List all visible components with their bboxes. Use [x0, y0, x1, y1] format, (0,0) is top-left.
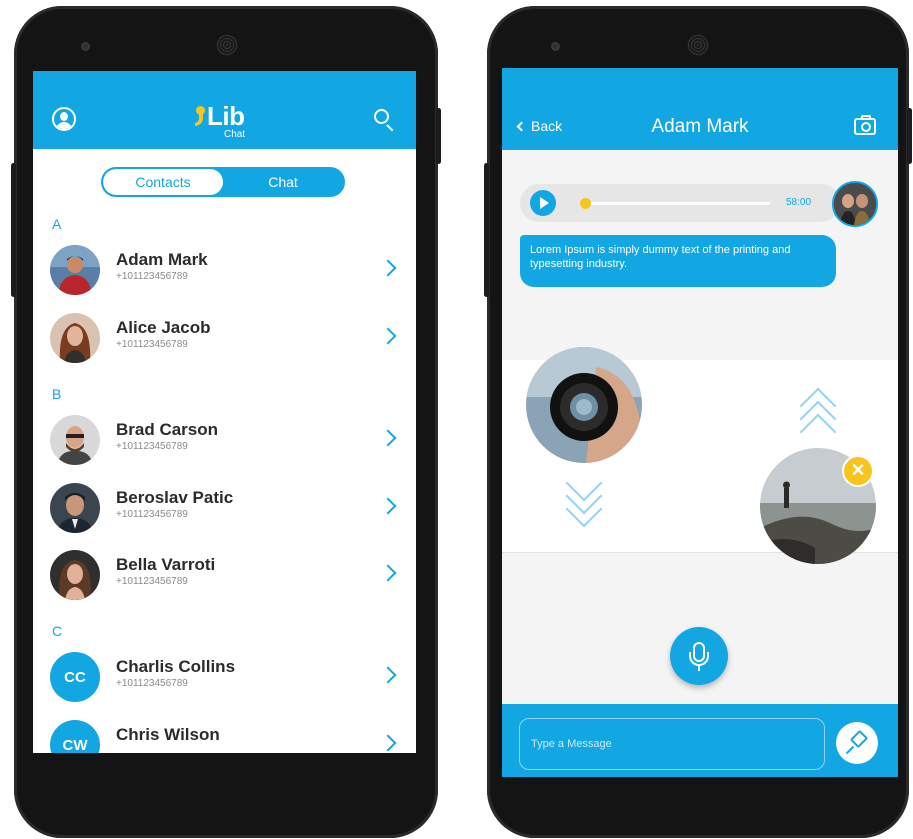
contact-row[interactable]: Beroslav Patic +101123456789 [33, 476, 416, 538]
logo-quote-icon [195, 106, 205, 128]
chevron-right-icon [379, 259, 397, 277]
contact-name: Alice Jacob [116, 318, 211, 337]
audio-message: 58:00 [520, 184, 840, 222]
chat-title: Adam Mark [651, 116, 749, 137]
left-phone-frame: Lib Chat Contacts Chat A Adam Mark +1011… [14, 6, 438, 838]
contact-phone: +101123456789 [116, 576, 188, 587]
tab-chat[interactable]: Chat [223, 169, 343, 195]
lens-photo[interactable] [526, 347, 642, 463]
right-phone-power-button [907, 108, 912, 164]
contact-phone: +101123456789 [116, 509, 188, 520]
section-letter-b: B [52, 386, 62, 402]
attach-button[interactable] [836, 722, 878, 764]
sender-avatar [832, 181, 878, 227]
chevron-right-icon [379, 429, 397, 447]
contact-name: Brad Carson [116, 420, 219, 439]
contact-name: Bella Varroti [116, 555, 216, 574]
record-audio-button[interactable] [670, 627, 728, 685]
tab-contacts[interactable]: Contacts [103, 169, 223, 195]
avatar: CC [50, 652, 100, 702]
contact-row[interactable]: Bella Varroti +101123456789 [33, 543, 416, 605]
left-phone-volume-button [11, 163, 16, 297]
close-icon: × [851, 457, 865, 482]
contact-row[interactable]: Brad Carson +101123456789 [33, 408, 416, 470]
audio-progress-handle[interactable] [579, 198, 591, 209]
right-phone-frame: Back Adam Mark 58:00 Lorem Ipsum is simp… [487, 6, 909, 838]
front-camera [551, 42, 560, 51]
front-camera [81, 42, 90, 51]
avatar [50, 415, 100, 465]
contact-name: Beroslav Patic [116, 488, 234, 507]
message-text: Lorem Ipsum is simply dummy text of the … [530, 244, 791, 270]
right-phone-volume-button [484, 163, 489, 297]
chevron-right-icon [379, 564, 397, 582]
avatar: CW [50, 720, 100, 753]
up-arrows-icon [796, 387, 840, 451]
chat-header: Back Adam Mark [502, 68, 898, 150]
contacts-screen: Lib Chat Contacts Chat A Adam Mark +1011… [33, 71, 416, 753]
app-header: Lib Chat [33, 71, 416, 149]
avatar [50, 550, 100, 600]
speaker-grille [687, 34, 709, 56]
contact-phone: +101123456789 [116, 678, 188, 689]
tab-switcher: Contacts Chat [101, 167, 345, 197]
camera-button[interactable] [854, 115, 876, 135]
avatar [50, 313, 100, 363]
audio-progress-track[interactable] [580, 202, 770, 205]
contact-row[interactable]: Adam Mark +101123456789 [33, 238, 416, 300]
contact-row[interactable]: CC Charlis Collins +101123456789 [33, 645, 416, 707]
search-button[interactable] [374, 109, 394, 132]
logo-text: Lib [207, 101, 245, 131]
speaker-grille [216, 34, 238, 56]
chevron-right-icon [379, 666, 397, 684]
left-phone-power-button [436, 108, 441, 164]
close-button[interactable]: × [842, 455, 874, 487]
chevron-right-icon [379, 497, 397, 515]
contact-row[interactable]: CW Chris Wilson [33, 713, 416, 753]
avatar [50, 483, 100, 533]
app-logo: Lib Chat [195, 101, 255, 141]
contact-phone: +101123456789 [116, 441, 188, 452]
logo-subtitle: Chat [224, 129, 246, 140]
play-button[interactable] [530, 190, 556, 216]
message-composer [502, 704, 898, 777]
avatar-initials: CW [50, 720, 100, 753]
contact-name: Adam Mark [116, 250, 208, 269]
text-message-bubble: Lorem Ipsum is simply dummy text of the … [520, 235, 836, 287]
down-arrows-icon [562, 464, 606, 528]
contact-row[interactable]: Alice Jacob +101123456789 [33, 306, 416, 368]
chevron-right-icon [379, 327, 397, 345]
section-letter-a: A [52, 216, 62, 232]
chat-screen: Back Adam Mark 58:00 Lorem Ipsum is simp… [502, 68, 898, 777]
avatar-initials: CC [50, 652, 100, 702]
message-input[interactable] [519, 718, 825, 770]
chevron-right-icon [379, 734, 397, 752]
profile-button[interactable] [52, 107, 76, 131]
contact-name: Chris Wilson [116, 725, 220, 744]
contact-name: Charlis Collins [116, 657, 236, 676]
contact-phone: +101123456789 [116, 271, 188, 282]
section-letter-c: C [52, 623, 63, 639]
avatar [50, 245, 100, 295]
audio-duration: 58:00 [786, 197, 812, 208]
contact-phone: +101123456789 [116, 339, 188, 350]
